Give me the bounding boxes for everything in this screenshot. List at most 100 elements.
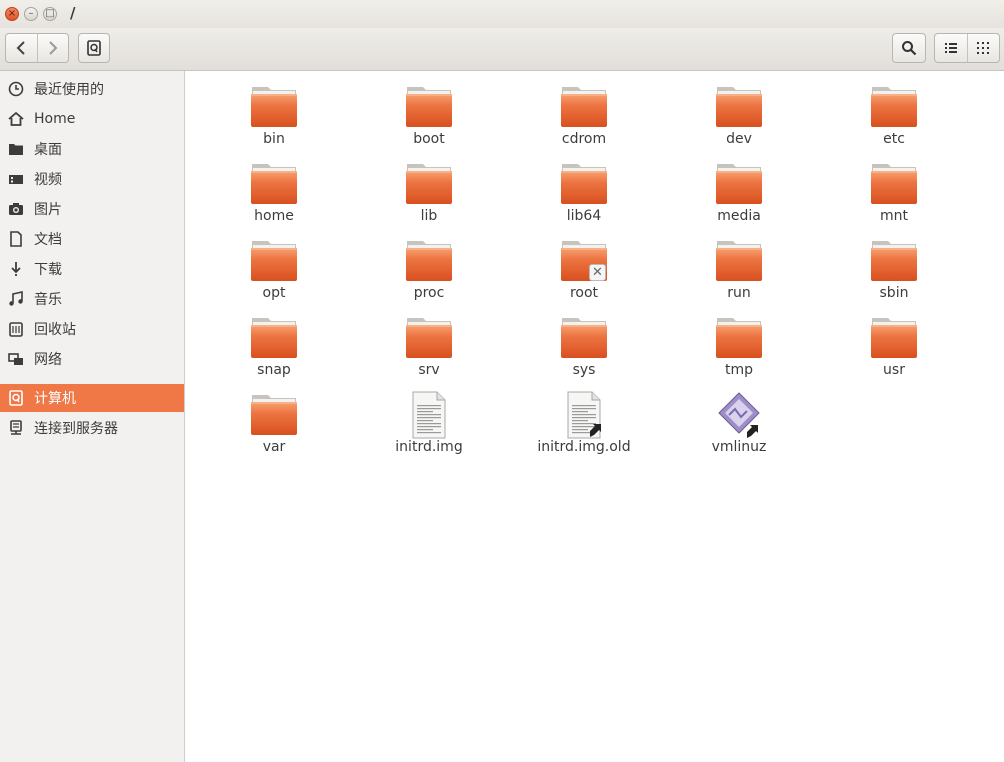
title-bar: × – □ / (0, 0, 1004, 28)
file-name-label: var (262, 439, 286, 455)
folder-item[interactable]: home (214, 160, 334, 224)
file-name-label: run (727, 285, 751, 301)
list-view-button[interactable] (935, 34, 968, 62)
folder-icon (715, 237, 763, 285)
folder-item[interactable]: boot (369, 83, 489, 147)
window-maximize-button[interactable]: □ (43, 7, 57, 21)
folder-item[interactable]: etc (834, 83, 954, 147)
sidebar-item-label: 回收站 (34, 322, 76, 338)
folder-item[interactable]: ✕ root (524, 237, 644, 301)
folder-icon (560, 160, 608, 208)
folder-icon (250, 314, 298, 362)
folder-icon (250, 391, 298, 439)
folder-item[interactable]: lib (369, 160, 489, 224)
search-button[interactable] (892, 33, 926, 63)
window-minimize-button[interactable]: – (24, 7, 38, 21)
server-icon (8, 420, 24, 436)
folder-item[interactable]: mnt (834, 160, 954, 224)
sidebar-item-music[interactable]: 音乐 (0, 285, 184, 313)
grid-view-icon (977, 42, 990, 54)
folder-item[interactable]: lib64 (524, 160, 644, 224)
text-file-icon (560, 391, 608, 439)
folder-item[interactable]: usr (834, 314, 954, 378)
sidebar-item-trash[interactable]: 回收站 (0, 315, 184, 343)
folder-icon (405, 314, 453, 362)
folder-item[interactable]: sbin (834, 237, 954, 301)
sidebar-item-documents[interactable]: 文档 (0, 225, 184, 253)
sidebar-item-label: 音乐 (34, 292, 62, 308)
folder-icon (560, 314, 608, 362)
sidebar: 最近使用的 Home 桌面 视频 图片 文档 下载 音乐 回收站 网络 计算机 (0, 71, 185, 762)
forward-button[interactable] (38, 34, 69, 62)
folder-item[interactable]: var (214, 391, 334, 455)
sidebar-item-pictures[interactable]: 图片 (0, 195, 184, 223)
file-name-label: home (254, 208, 294, 224)
folder-item[interactable]: run (679, 237, 799, 301)
folder-item[interactable]: sys (524, 314, 644, 378)
grid-view-button[interactable] (968, 34, 1000, 62)
sidebar-item-label: 计算机 (34, 391, 76, 407)
file-view: bin boot cdrom dev etc home lib lib64 media mnt op… (190, 71, 1004, 762)
folder-icon (405, 237, 453, 285)
file-name-label: lib64 (566, 208, 602, 224)
folder-item[interactable]: proc (369, 237, 489, 301)
computer-drive-icon (8, 390, 24, 406)
folder-icon (870, 314, 918, 362)
file-name-label: initrd.img (395, 439, 463, 455)
folder-icon (405, 83, 453, 131)
folder-item[interactable]: opt (214, 237, 334, 301)
folder-icon (715, 83, 763, 131)
file-item[interactable]: initrd.img (369, 391, 489, 455)
folder-item[interactable]: dev (679, 83, 799, 147)
file-name-label: initrd.img.old (537, 439, 631, 455)
file-name-label: snap (257, 362, 291, 378)
document-icon (8, 231, 24, 247)
camera-icon (8, 201, 24, 217)
sidebar-item-network[interactable]: 网络 (0, 345, 184, 373)
sidebar-item-label: Home (34, 111, 76, 127)
folder-icon (870, 237, 918, 285)
sidebar-item-connect-server[interactable]: 连接到服务器 (0, 414, 184, 442)
file-item[interactable]: initrd.img.old (524, 391, 644, 455)
file-name-label: lib (420, 208, 438, 224)
sidebar-item-desktop[interactable]: 桌面 (0, 135, 184, 163)
network-icon (8, 351, 24, 367)
file-item[interactable]: vmlinuz (679, 391, 799, 455)
folder-item[interactable]: bin (214, 83, 334, 147)
folder-icon (870, 83, 918, 131)
sidebar-item-label: 下载 (34, 262, 62, 278)
file-name-label: bin (263, 131, 285, 147)
window-close-button[interactable]: × (5, 7, 19, 21)
folder-item[interactable]: srv (369, 314, 489, 378)
location-button[interactable] (78, 33, 110, 63)
sidebar-item-videos[interactable]: 视频 (0, 165, 184, 193)
file-name-label: sbin (879, 285, 909, 301)
sidebar-item-label: 网络 (34, 352, 62, 368)
view-button-group (934, 33, 1000, 63)
file-name-label: sys (572, 362, 596, 378)
sidebar-item-downloads[interactable]: 下载 (0, 255, 184, 283)
binary-file-icon (715, 391, 763, 439)
file-name-label: dev (726, 131, 752, 147)
sidebar-item-computer[interactable]: 计算机 (0, 384, 184, 412)
sidebar-item-label: 连接到服务器 (34, 421, 118, 437)
file-name-label: proc (413, 285, 445, 301)
file-name-label: opt (262, 285, 286, 301)
folder-icon: ✕ (560, 237, 608, 285)
sidebar-item-label: 图片 (34, 202, 62, 218)
sidebar-item-home[interactable]: Home (0, 105, 184, 133)
folder-item[interactable]: snap (214, 314, 334, 378)
back-button[interactable] (6, 34, 38, 62)
folder-icon (715, 314, 763, 362)
folder-item[interactable]: cdrom (524, 83, 644, 147)
folder-item[interactable]: media (679, 160, 799, 224)
home-icon (8, 111, 24, 127)
folder-item[interactable]: tmp (679, 314, 799, 378)
file-name-label: tmp (724, 362, 753, 378)
drive-icon (87, 40, 101, 56)
chevron-left-icon (16, 41, 25, 55)
chevron-right-icon (49, 41, 58, 55)
file-name-label: mnt (880, 208, 908, 224)
folder-icon (715, 160, 763, 208)
sidebar-item-recent[interactable]: 最近使用的 (0, 75, 184, 103)
